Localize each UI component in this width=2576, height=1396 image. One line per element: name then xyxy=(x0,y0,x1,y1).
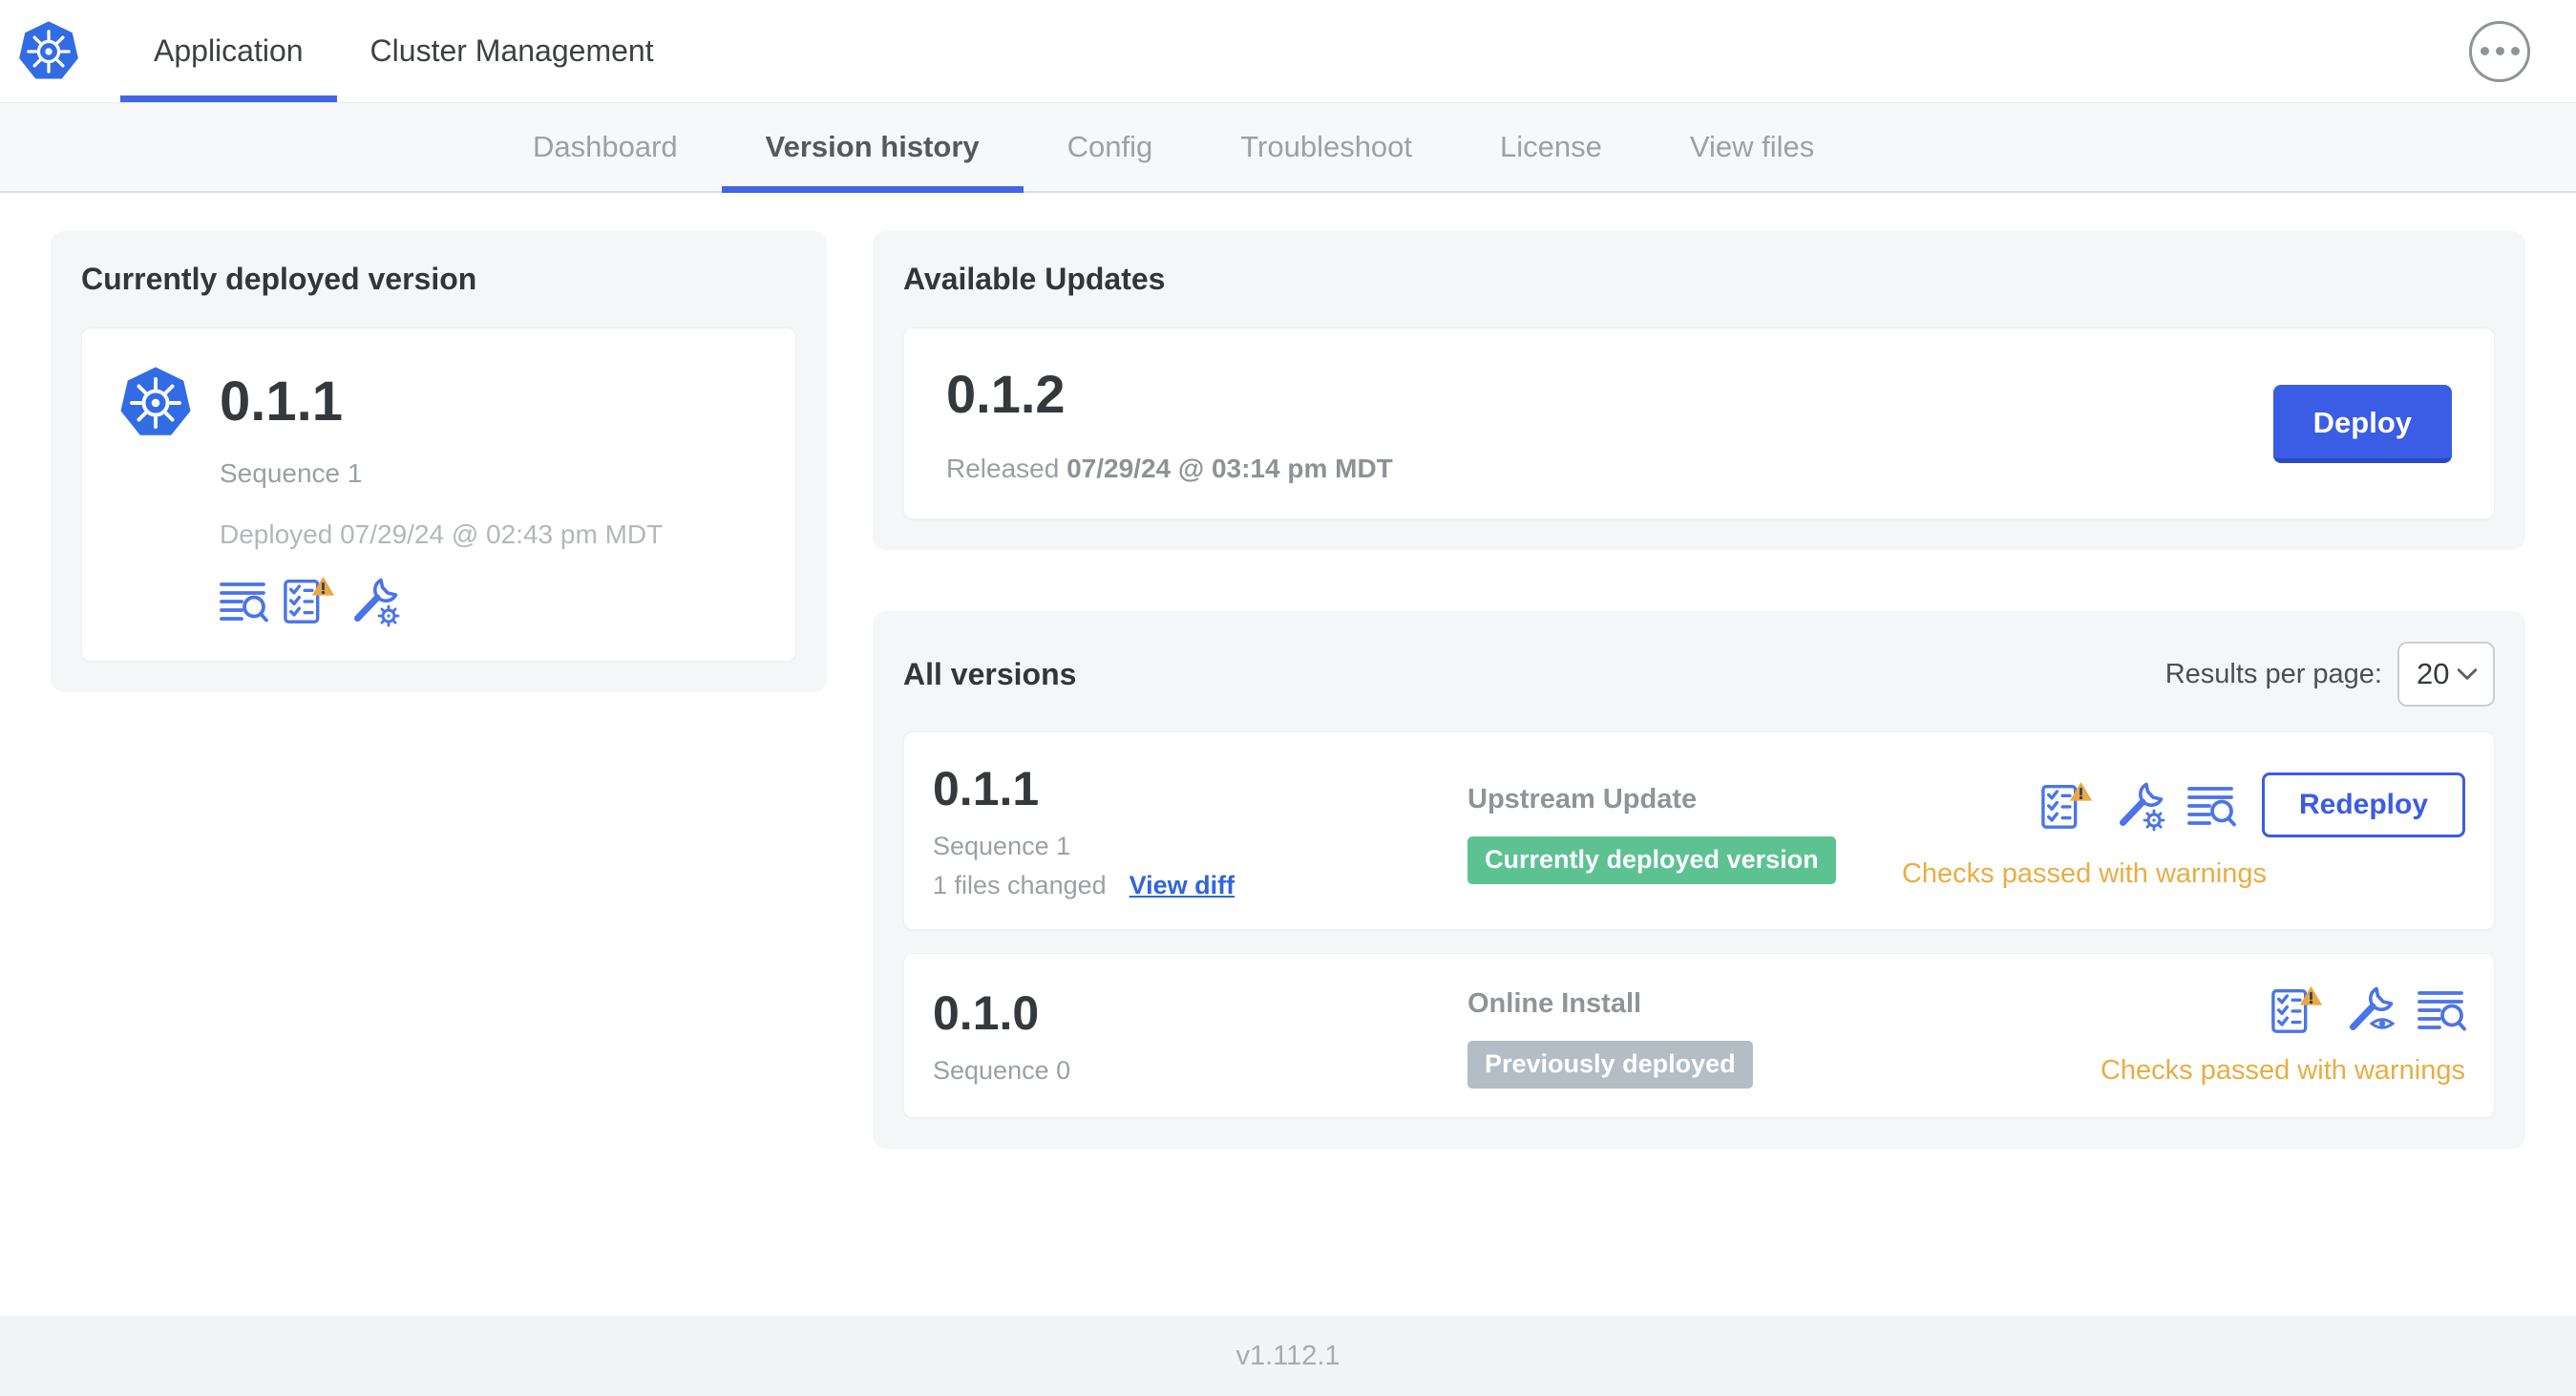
currently-deployed-panel: Currently deployed version 0.1.1 Sequenc… xyxy=(51,231,827,692)
tab-cluster-management-label: Cluster Management xyxy=(370,33,654,68)
top-navbar: Application Cluster Management xyxy=(0,0,2576,103)
version-source-label: Upstream Update xyxy=(1467,783,1698,814)
console-version-label: v1.112.1 xyxy=(1235,1340,1341,1371)
tab-config[interactable]: Config xyxy=(1024,103,1197,191)
view-diff-link[interactable]: View diff xyxy=(1130,871,1235,900)
tab-version-history[interactable]: Version history xyxy=(721,103,1024,193)
results-per-page-label: Results per page: xyxy=(2164,658,2382,689)
edit-config-icon[interactable] xyxy=(2117,781,2165,831)
tab-version-history-label: Version history xyxy=(765,130,980,163)
preflight-checks-warning-icon[interactable] xyxy=(283,575,336,624)
tab-view-files[interactable]: View files xyxy=(1646,103,1858,191)
version-row-0-1-0: 0.1.0 Sequence 0 Online Install Previous… xyxy=(903,953,2495,1118)
preflight-checks-warning-icon[interactable] xyxy=(2040,779,2094,830)
row-sequence-label: Sequence 1 xyxy=(933,832,1071,860)
right-column: Available Updates 0.1.2 Released 07/29/2… xyxy=(873,231,2525,1149)
ellipsis-icon xyxy=(2480,47,2489,55)
deployed-version-number: 0.1.1 xyxy=(220,370,343,433)
version-row-0-1-1: 0.1.1 Sequence 1 1 files changed View di… xyxy=(903,731,2495,930)
tab-dashboard[interactable]: Dashboard xyxy=(489,103,722,191)
tab-view-files-label: View files xyxy=(1689,130,1815,163)
edit-config-icon[interactable] xyxy=(351,577,400,627)
row-sequence-label: Sequence 0 xyxy=(933,1056,1071,1085)
results-per-page-select[interactable]: 20 xyxy=(2397,642,2495,707)
released-date: 07/29/24 @ 03:14 pm MDT xyxy=(1066,454,1393,483)
tab-license-label: License xyxy=(1500,130,1602,163)
released-prefix: Released xyxy=(946,454,1060,483)
tab-license[interactable]: License xyxy=(1456,103,1646,191)
tab-troubleshoot[interactable]: Troubleshoot xyxy=(1196,103,1456,191)
tab-application-label: Application xyxy=(154,33,304,68)
chevron-down-icon xyxy=(2457,668,2478,680)
deploy-button[interactable]: Deploy xyxy=(2272,384,2452,463)
row-version-number: 0.1.1 xyxy=(933,762,1040,815)
available-updates-title: Available Updates xyxy=(903,262,1166,296)
app-subnav: Dashboard Version history Config Trouble… xyxy=(0,103,2576,193)
preflight-checks-warning-icon[interactable] xyxy=(2270,984,2324,1034)
status-badge: Previously deployed xyxy=(1467,1041,1753,1089)
update-version-number: 0.1.2 xyxy=(946,364,1066,424)
app-footer: v1.112.1 xyxy=(0,1316,2576,1396)
all-versions-panel: All versions Results per page: 20 0.1.1 … xyxy=(873,611,2525,1149)
kubernetes-app-icon xyxy=(118,365,193,441)
all-versions-title: All versions xyxy=(903,656,1077,691)
logs-icon[interactable] xyxy=(2418,985,2466,1033)
deployed-sequence-label: Sequence 1 xyxy=(220,458,363,488)
logs-icon[interactable] xyxy=(2187,781,2236,829)
available-updates-panel: Available Updates 0.1.2 Released 07/29/2… xyxy=(873,231,2525,550)
kubernetes-logo-icon xyxy=(17,19,80,83)
results-per-page-value: 20 xyxy=(2417,657,2450,690)
available-update-card: 0.1.2 Released 07/29/24 @ 03:14 pm MDT D… xyxy=(903,328,2495,519)
row-version-number: 0.1.0 xyxy=(933,986,1040,1040)
tab-application[interactable]: Application xyxy=(120,0,337,102)
update-released-timestamp: Released 07/29/24 @ 03:14 pm MDT xyxy=(946,454,1393,484)
overflow-menu-button[interactable] xyxy=(2469,20,2530,82)
tab-config-label: Config xyxy=(1066,130,1153,163)
files-changed-label: 1 files changed xyxy=(933,871,1107,899)
deployed-timestamp: Deployed 07/29/24 @ 02:43 pm MDT xyxy=(220,519,664,549)
checks-status-text: Checks passed with warnings xyxy=(2100,1055,2465,1086)
view-config-icon[interactable] xyxy=(2347,985,2395,1033)
tab-cluster-management[interactable]: Cluster Management xyxy=(337,0,687,102)
currently-deployed-card: 0.1.1 Sequence 1 Deployed 07/29/24 @ 02:… xyxy=(81,328,796,662)
main-content: Currently deployed version 0.1.1 Sequenc… xyxy=(0,193,2576,1149)
tab-dashboard-label: Dashboard xyxy=(533,130,678,163)
version-source-label: Online Install xyxy=(1467,988,1642,1019)
logs-icon[interactable] xyxy=(220,577,268,624)
status-badge: Currently deployed version xyxy=(1467,835,1836,884)
tab-troubleshoot-label: Troubleshoot xyxy=(1240,130,1413,163)
redeploy-button[interactable]: Redeploy xyxy=(2261,772,2465,837)
currently-deployed-title: Currently deployed version xyxy=(81,262,477,296)
checks-status-text: Checks passed with warnings xyxy=(1901,857,2267,889)
